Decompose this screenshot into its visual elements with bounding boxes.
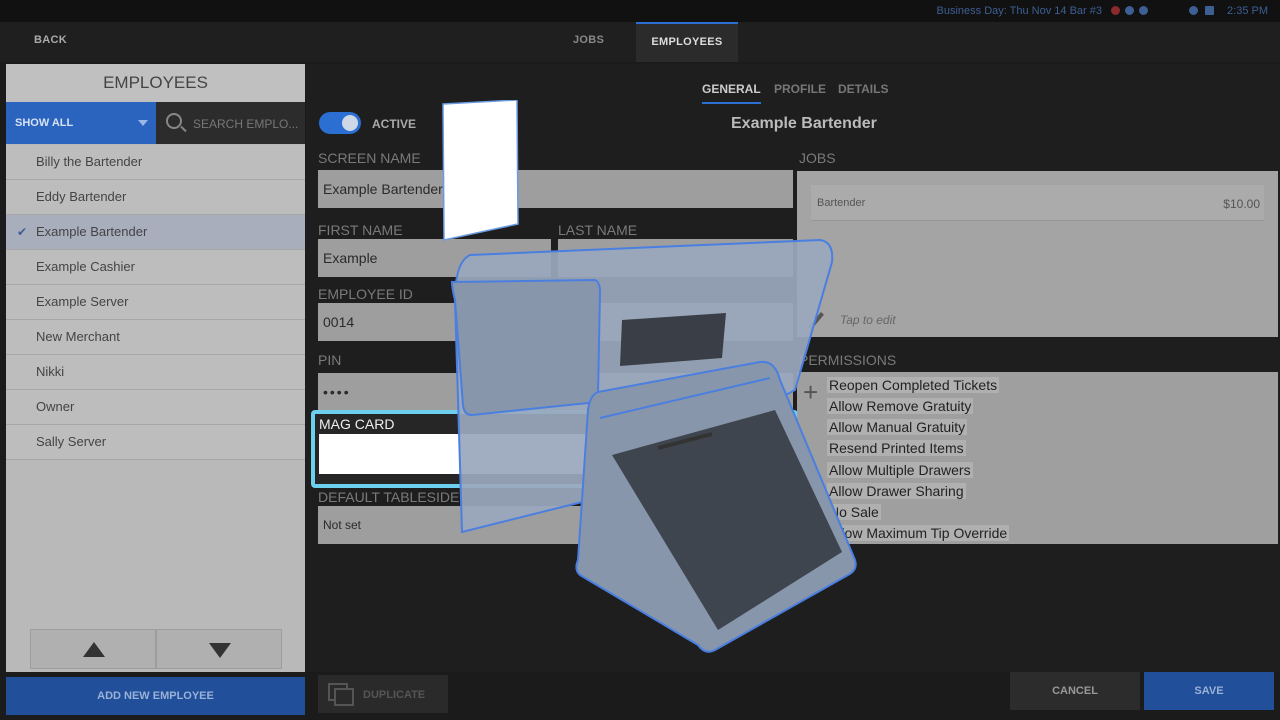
mag-card-label: MAG CARD (319, 416, 395, 432)
cancel-button[interactable]: CANCEL (1010, 672, 1140, 710)
employee-name: Sally Server (36, 434, 107, 449)
scroll-up-button[interactable] (30, 629, 156, 669)
list-item[interactable]: Example Server (6, 285, 305, 320)
job-rate: $10.00 (1223, 197, 1260, 211)
employee-name: Example Server (36, 294, 129, 309)
list-item[interactable]: Example Cashier (6, 250, 305, 285)
list-item[interactable]: Sally Server (6, 425, 305, 460)
back-button[interactable]: BACK (34, 34, 67, 46)
settings-icon (1189, 6, 1198, 15)
employee-name: Eddy Bartender (36, 189, 127, 204)
list-item[interactable]: Nikki (6, 355, 305, 390)
employee-name: Billy the Bartender (36, 154, 143, 169)
filter-dropdown[interactable]: SHOW ALL (6, 102, 156, 144)
list-item-selected[interactable]: ✔ Example Bartender (6, 215, 305, 250)
employee-name: New Merchant (36, 329, 120, 344)
employee-name: Nikki (36, 364, 65, 379)
add-new-employee-button[interactable]: ADD NEW EMPLOYEE (6, 677, 305, 715)
top-nav: BACK JOBS EMPLOYEES (0, 22, 1280, 62)
employee-name: Example Bartender (36, 224, 148, 239)
duplicate-button[interactable]: DUPLICATE (318, 675, 448, 713)
network-icon (1139, 6, 1148, 15)
save-button[interactable]: SAVE (1144, 672, 1274, 710)
scroll-down-button[interactable] (156, 629, 282, 669)
list-item[interactable]: Billy the Bartender (6, 145, 305, 180)
tab-jobs[interactable]: JOBS (573, 34, 604, 46)
list-item[interactable]: Eddy Bartender (6, 180, 305, 215)
first-name-label: FIRST NAME (318, 222, 403, 238)
wifi-icon (1125, 6, 1134, 15)
scroll-buttons (30, 629, 282, 669)
search-input[interactable]: SEARCH EMPLO... (156, 102, 305, 144)
duplicate-label: DUPLICATE (363, 689, 426, 701)
mag-card-illustration (442, 100, 519, 241)
chevron-down-icon (138, 120, 148, 126)
business-day-text: Business Day: Thu Nov 14 Bar #3 (936, 5, 1103, 17)
clock: 2:35 PM (1227, 5, 1268, 17)
employee-id-label: EMPLOYEE ID (318, 286, 413, 302)
search-icon (166, 113, 182, 129)
panel-title: EMPLOYEES (6, 64, 305, 102)
employee-name: Example Cashier (36, 259, 135, 274)
search-placeholder: SEARCH EMPLO... (193, 117, 299, 131)
card-reader-illustration (442, 100, 857, 653)
tab-employees[interactable]: EMPLOYEES (636, 22, 738, 62)
tab-profile[interactable]: PROFILE (774, 82, 826, 96)
pin-label: PIN (318, 352, 342, 368)
arrow-down-icon (209, 643, 231, 658)
list-item[interactable]: Owner (6, 390, 305, 425)
tab-details[interactable]: DETAILS (838, 82, 888, 96)
filter-label: SHOW ALL (15, 117, 74, 129)
active-label: ACTIVE (372, 117, 417, 131)
arrow-up-icon (83, 642, 105, 657)
battery-icon (1205, 6, 1214, 15)
employee-list: Billy the Bartender Eddy Bartender ✔ Exam… (6, 145, 305, 460)
employee-name: Owner (36, 399, 75, 414)
alert-icon (1111, 6, 1120, 15)
job-row[interactable]: Bartender $10.00 (811, 185, 1264, 221)
duplicate-icon-front (334, 688, 354, 706)
pos-terminal-illustration (450, 238, 857, 653)
status-bar: Business Day: Thu Nov 14 Bar #3 2:35 PM (0, 0, 1280, 22)
checkmark-icon: ✔ (17, 225, 28, 239)
screen-name-label: SCREEN NAME (318, 150, 421, 166)
active-toggle[interactable] (319, 112, 361, 134)
employee-panel: EMPLOYEES SHOW ALL SEARCH EMPLO... Billy… (6, 64, 305, 672)
list-item[interactable]: New Merchant (6, 320, 305, 355)
tableside-label: DEFAULT TABLESIDE (318, 489, 460, 505)
